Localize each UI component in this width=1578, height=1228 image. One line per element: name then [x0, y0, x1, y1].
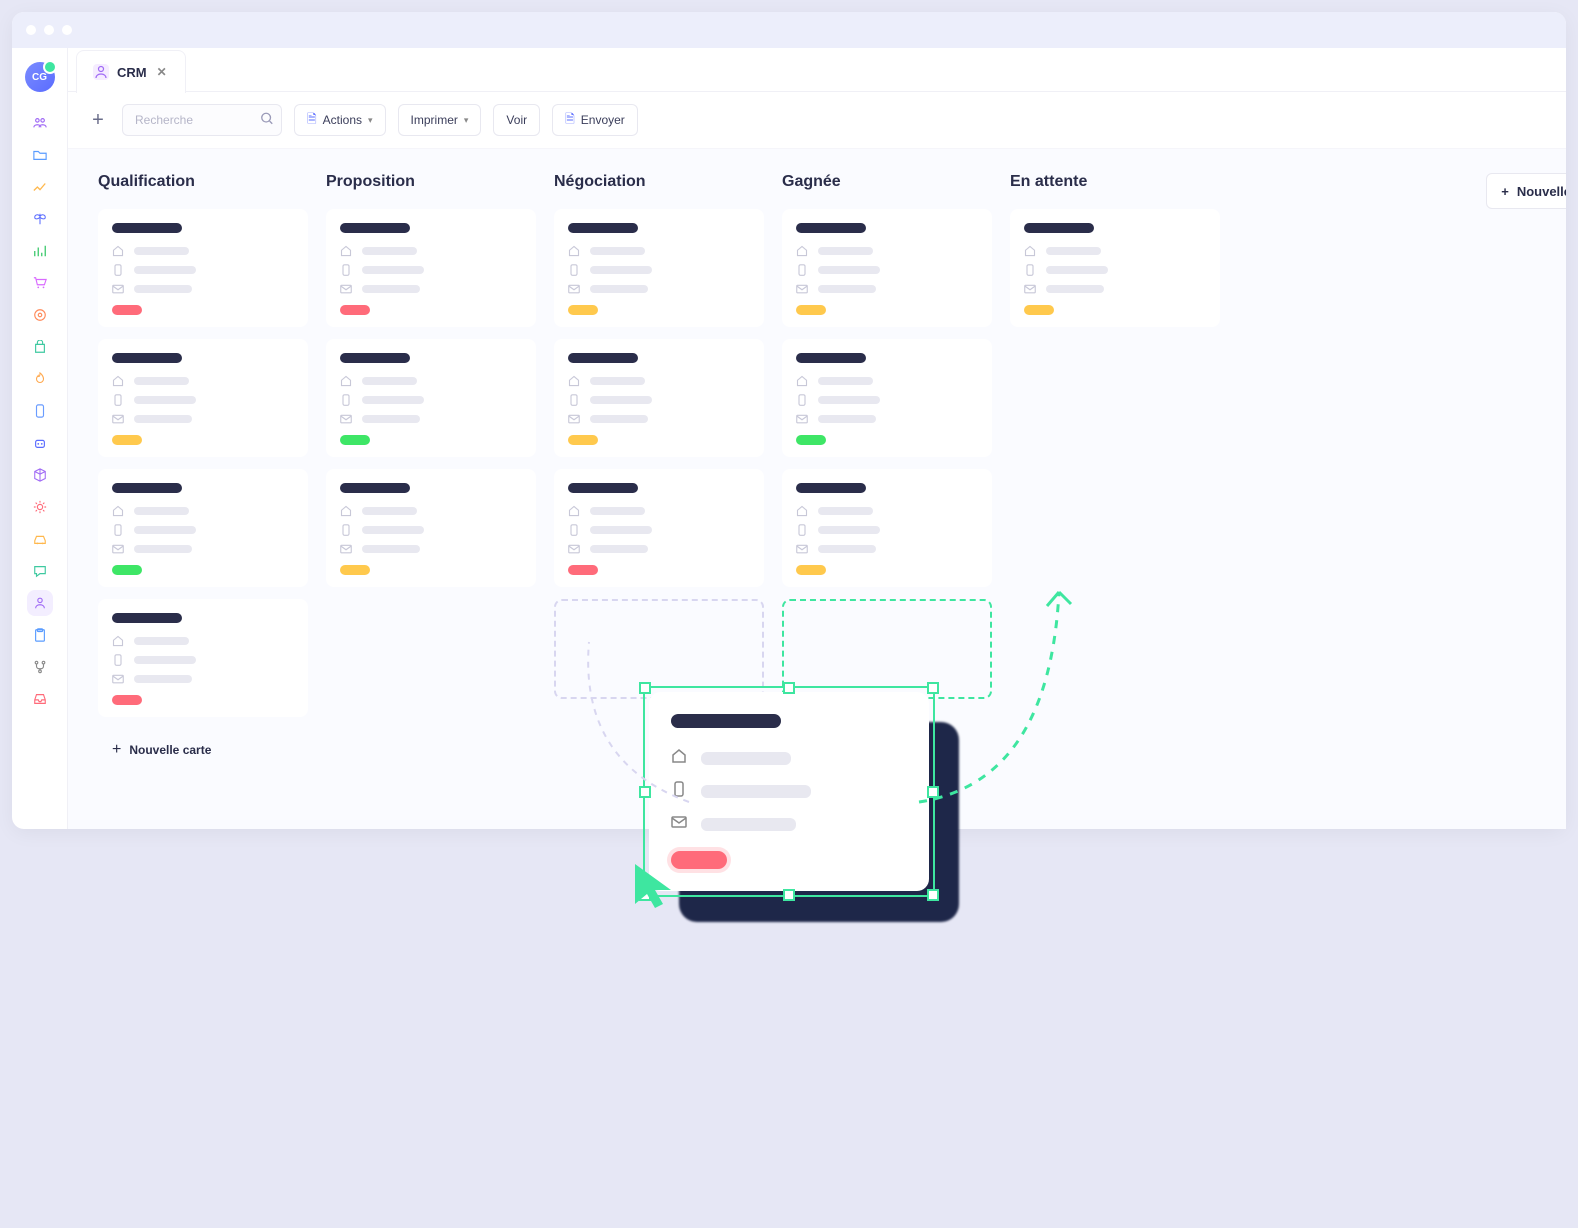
- folder-icon[interactable]: [27, 142, 53, 168]
- print-button[interactable]: Imprimer ▾: [398, 104, 482, 136]
- sidebar: CG: [12, 48, 68, 829]
- kanban-card[interactable]: [554, 209, 764, 327]
- inbox-icon[interactable]: [27, 686, 53, 712]
- plus-icon: +: [1501, 184, 1509, 199]
- column-title: Proposition: [326, 173, 536, 191]
- actions-button[interactable]: 🗎 Actions ▾: [294, 104, 386, 136]
- view-label: Voir: [506, 113, 527, 127]
- kanban-card[interactable]: [98, 209, 308, 327]
- view-button[interactable]: Voir: [493, 104, 540, 136]
- drop-placeholder: [554, 599, 764, 699]
- column-title: En attente: [1010, 173, 1220, 191]
- avatar[interactable]: CG: [25, 62, 55, 92]
- mobile-icon[interactable]: [27, 398, 53, 424]
- kanban-column: Négociation: [554, 173, 764, 789]
- chevron-down-icon: ▾: [368, 115, 373, 126]
- titlebar: [12, 12, 1566, 48]
- new-card-button[interactable]: + Nouvelle carte: [98, 729, 308, 771]
- column-title: Gagnée: [782, 173, 992, 191]
- kanban-card[interactable]: [1010, 209, 1220, 327]
- actions-label: Actions: [323, 113, 362, 127]
- gear-icon[interactable]: [27, 494, 53, 520]
- toolbar: + 🗎 Actions ▾ Imprimer ▾ Voir: [68, 92, 1566, 149]
- fork-icon[interactable]: [27, 654, 53, 680]
- new-column-area: + Nouvelle: [1486, 173, 1566, 209]
- cursor-icon: [627, 856, 687, 921]
- target-icon[interactable]: [27, 302, 53, 328]
- chevron-down-icon: ▾: [464, 115, 469, 126]
- new-card-label: Nouvelle carte: [129, 743, 211, 757]
- kanban-card[interactable]: [782, 339, 992, 457]
- kanban-card[interactable]: [326, 469, 536, 587]
- add-button[interactable]: +: [86, 108, 110, 132]
- kanban-card[interactable]: [98, 469, 308, 587]
- kanban-card[interactable]: [554, 469, 764, 587]
- kanban-column: En attente: [1010, 173, 1220, 789]
- person-icon[interactable]: [27, 590, 53, 616]
- column-title: Qualification: [98, 173, 308, 191]
- search-icon: [260, 112, 274, 129]
- users-icon[interactable]: [27, 110, 53, 136]
- new-column-button[interactable]: + Nouvelle: [1486, 173, 1566, 209]
- column-title: Négociation: [554, 173, 764, 191]
- new-column-label: Nouvelle: [1517, 184, 1566, 199]
- window-dot[interactable]: [44, 25, 54, 35]
- kanban-card[interactable]: [326, 339, 536, 457]
- window-dot[interactable]: [62, 25, 72, 35]
- kanban-column: Proposition: [326, 173, 536, 789]
- tabs-row: CRM ✕: [68, 48, 1566, 92]
- car-icon[interactable]: [27, 526, 53, 552]
- search-input[interactable]: [122, 104, 282, 136]
- window-dot[interactable]: [26, 25, 36, 35]
- kanban-card[interactable]: [782, 469, 992, 587]
- cube-icon[interactable]: [27, 462, 53, 488]
- print-label: Imprimer: [411, 113, 458, 127]
- doc-icon: 🗎: [307, 110, 317, 131]
- drop-placeholder: [782, 599, 992, 699]
- robot-icon[interactable]: [27, 430, 53, 456]
- person-icon: [93, 64, 109, 80]
- clipboard-icon[interactable]: [27, 622, 53, 648]
- cart-icon[interactable]: [27, 270, 53, 296]
- app-window: CG CRM ✕ +: [12, 12, 1566, 829]
- chart-icon[interactable]: [27, 238, 53, 264]
- fire-icon[interactable]: [27, 366, 53, 392]
- kanban-card[interactable]: [98, 339, 308, 457]
- kanban-column: Qualification + Nouvelle carte: [98, 173, 308, 789]
- search-container: [122, 104, 282, 136]
- bag-icon[interactable]: [27, 334, 53, 360]
- kanban-card[interactable]: [782, 209, 992, 327]
- kanban-card[interactable]: [326, 209, 536, 327]
- chat-icon[interactable]: [27, 558, 53, 584]
- send-label: Envoyer: [581, 113, 625, 127]
- kanban-card[interactable]: [554, 339, 764, 457]
- kanban-column: Gagnée: [782, 173, 992, 789]
- send-button[interactable]: 🗎 Envoyer: [552, 104, 638, 136]
- close-icon[interactable]: ✕: [155, 65, 169, 79]
- butterfly-icon[interactable]: [27, 206, 53, 232]
- trend-icon[interactable]: [27, 174, 53, 200]
- kanban-board: Qualification + Nouvelle carte Proposition N…: [68, 149, 1566, 829]
- tab-crm[interactable]: CRM ✕: [76, 50, 186, 93]
- plus-icon: +: [112, 741, 121, 759]
- tab-label: CRM: [117, 65, 147, 80]
- doc-icon: 🗎: [565, 110, 575, 131]
- kanban-card[interactable]: [98, 599, 308, 717]
